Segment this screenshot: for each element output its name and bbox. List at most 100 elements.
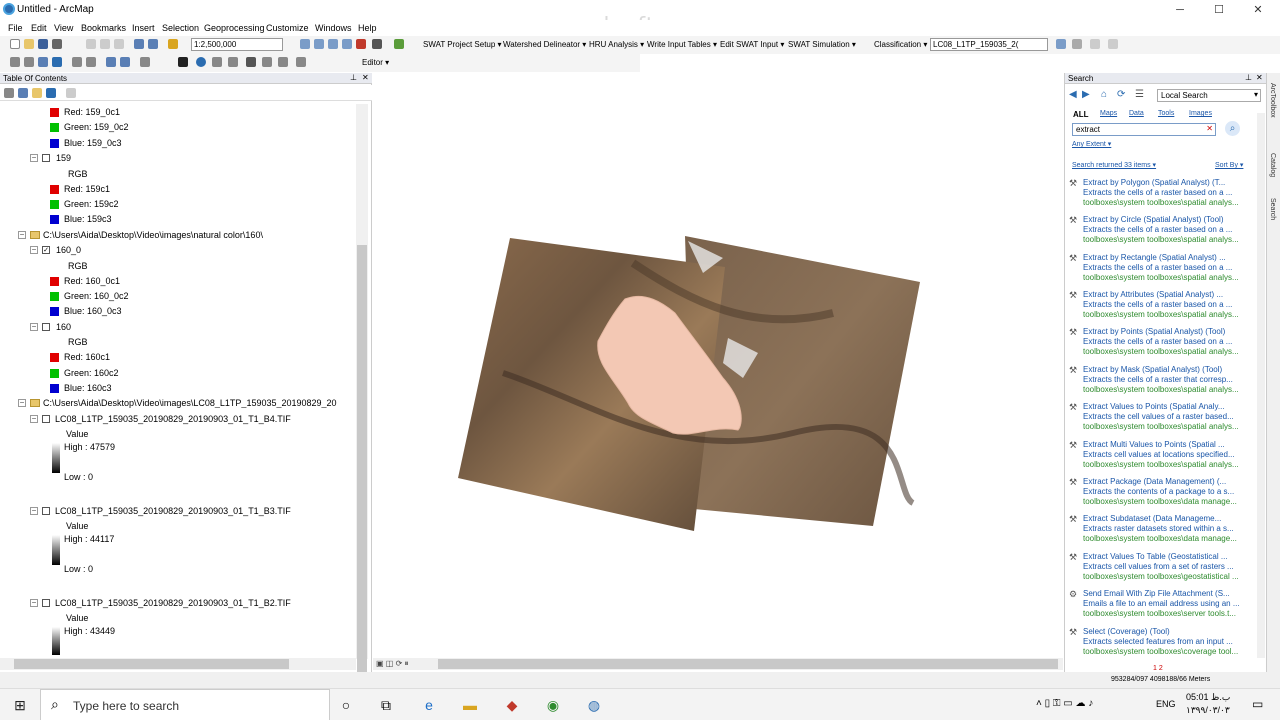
search-result[interactable]: ⚒ Select (Coverage) (Tool) Extracts select… bbox=[1068, 627, 1263, 663]
collapse-icon[interactable]: − bbox=[30, 323, 38, 331]
catalog-tab[interactable]: Catalog bbox=[1269, 153, 1276, 177]
collapse-icon[interactable]: − bbox=[18, 231, 26, 239]
back-arrow-icon[interactable]: ◀ bbox=[1069, 89, 1077, 100]
forward-extent-icon[interactable] bbox=[120, 57, 130, 67]
cortana-icon[interactable]: ○ bbox=[336, 695, 356, 715]
menu-edit[interactable]: Edit bbox=[31, 23, 47, 33]
home-icon[interactable]: ⌂ bbox=[1101, 89, 1107, 100]
collapse-icon[interactable]: − bbox=[30, 507, 38, 515]
menu-view[interactable]: View bbox=[54, 23, 73, 33]
classification-layer-combo[interactable]: LC08_L1TP_159035_2( bbox=[930, 38, 1048, 51]
collapse-icon[interactable]: − bbox=[30, 246, 38, 254]
editor-menu[interactable]: Editor ▾ bbox=[362, 58, 389, 67]
fixed-zoom-out-icon[interactable] bbox=[86, 57, 96, 67]
list-by-visibility-icon[interactable] bbox=[32, 88, 42, 98]
search-icon[interactable]: ⌕ bbox=[1225, 121, 1240, 136]
taskbar-search-box[interactable]: ⌕ Type here to search bbox=[40, 689, 330, 720]
result-title[interactable]: Extract Values to Points (Spatial Analy.… bbox=[1083, 402, 1258, 411]
forward-arrow-icon[interactable]: ▶ bbox=[1082, 89, 1090, 100]
result-title[interactable]: Extract by Rectangle (Spatial Analyst) .… bbox=[1083, 253, 1258, 262]
search-window-icon[interactable] bbox=[342, 39, 352, 49]
minimize-button[interactable]: ─ bbox=[1160, 2, 1200, 18]
layer-checkbox[interactable] bbox=[42, 323, 50, 331]
draw-polygon-icon[interactable] bbox=[1072, 39, 1082, 49]
list-by-drawing-order-icon[interactable] bbox=[4, 88, 14, 98]
windows-start-icon[interactable]: ⊞ bbox=[10, 695, 30, 715]
options-icon[interactable] bbox=[66, 88, 76, 98]
search-result[interactable]: ⚒ Extract Values to Points (Spatial Analy… bbox=[1068, 402, 1263, 438]
layer-name[interactable]: LC08_L1TP_159035_20190829_20190903_01_T1… bbox=[55, 506, 291, 516]
layer-checkbox[interactable] bbox=[42, 507, 50, 515]
select-elements-icon[interactable] bbox=[178, 57, 188, 67]
edit-swat-input-menu[interactable]: Edit SWAT Input ▾ bbox=[720, 40, 784, 49]
search-input[interactable]: extract ✕ bbox=[1072, 123, 1216, 136]
search-result[interactable]: ⚒ Extract by Attributes (Spatial Analyst)… bbox=[1068, 290, 1263, 326]
swat-project-setup-menu[interactable]: SWAT Project Setup ▾ bbox=[423, 40, 502, 49]
layer-name[interactable]: 159 bbox=[56, 153, 71, 163]
cut-icon[interactable] bbox=[86, 39, 96, 49]
watershed-delineator-menu[interactable]: Watershed Delineator ▾ bbox=[503, 40, 586, 49]
delete-icon[interactable] bbox=[114, 39, 124, 49]
result-title[interactable]: Extract by Points (Spatial Analyst) (Too… bbox=[1083, 327, 1258, 336]
map-canvas[interactable] bbox=[373, 73, 1063, 658]
layout-view-icon[interactable]: ▣ ◫ ⟳ ⏸ bbox=[376, 659, 409, 669]
search-result[interactable]: ⚒ Extract Multi Values to Points (Spatial… bbox=[1068, 440, 1263, 476]
filter-data[interactable]: Data bbox=[1129, 110, 1144, 117]
pagination[interactable]: 1 2 bbox=[1153, 665, 1163, 672]
view-options-icon[interactable]: ☰ bbox=[1135, 89, 1144, 100]
layer-checkbox[interactable] bbox=[42, 599, 50, 607]
extent-filter[interactable]: Any Extent ▾ bbox=[1072, 140, 1111, 148]
arcmap-taskbar-icon[interactable]: ◆ bbox=[502, 695, 522, 715]
training-sample-icon[interactable] bbox=[1056, 39, 1066, 49]
collapse-icon[interactable]: − bbox=[30, 599, 38, 607]
save-icon[interactable] bbox=[38, 39, 48, 49]
write-input-tables-menu[interactable]: Write Input Tables ▾ bbox=[647, 40, 717, 49]
menu-help[interactable]: Help bbox=[358, 23, 377, 33]
menu-bookmarks[interactable]: Bookmarks bbox=[81, 23, 126, 33]
zoom-in-icon[interactable] bbox=[10, 57, 20, 67]
sample-manager-icon[interactable] bbox=[1090, 39, 1100, 49]
result-title[interactable]: Extract Package (Data Management) (... bbox=[1083, 477, 1258, 486]
layer-name[interactable]: LC08_L1TP_159035_20190829_20190903_01_T1… bbox=[55, 598, 291, 608]
measure-icon[interactable] bbox=[296, 57, 306, 67]
histogram-icon[interactable] bbox=[1108, 39, 1118, 49]
result-title[interactable]: Extract Multi Values to Points (Spatial … bbox=[1083, 440, 1258, 449]
edge-icon[interactable]: e bbox=[419, 695, 439, 715]
sort-by[interactable]: Sort By ▾ bbox=[1215, 161, 1243, 169]
pin-icon[interactable]: ⊥ bbox=[350, 73, 357, 82]
result-title[interactable]: Extract by Circle (Spatial Analyst) (Too… bbox=[1083, 215, 1258, 224]
identify-icon[interactable] bbox=[196, 57, 206, 67]
add-data-icon[interactable] bbox=[168, 39, 178, 49]
search-scope-select[interactable]: Local Search ▾ bbox=[1157, 89, 1261, 102]
full-extent-icon[interactable] bbox=[52, 57, 62, 67]
arctoolbox-icon[interactable] bbox=[356, 39, 366, 49]
menu-file[interactable]: File bbox=[8, 23, 23, 33]
search-result[interactable]: ⚒ Extract by Polygon (Spatial Analyst) (T… bbox=[1068, 178, 1263, 214]
layer-name[interactable]: LC08_L1TP_159035_20190829_20190903_01_T1… bbox=[55, 414, 291, 424]
back-extent-icon[interactable] bbox=[106, 57, 116, 67]
redo-icon[interactable] bbox=[148, 39, 158, 49]
undo-icon[interactable] bbox=[134, 39, 144, 49]
list-by-source-icon[interactable] bbox=[18, 88, 28, 98]
find-icon[interactable] bbox=[246, 57, 256, 67]
chrome-icon[interactable]: ◉ bbox=[543, 695, 563, 715]
tray-icons[interactable]: ˄ ▯ ⚿ ▭ ☁ ♪ bbox=[1036, 698, 1093, 709]
new-icon[interactable] bbox=[10, 39, 20, 49]
layer-checkbox[interactable] bbox=[42, 415, 50, 423]
search-result[interactable]: ⚒ Extract by Points (Spatial Analyst) (To… bbox=[1068, 327, 1263, 363]
map-scale-combo[interactable]: 1:2,500,000 bbox=[191, 38, 283, 51]
search-results-scrollbar[interactable] bbox=[1257, 113, 1265, 658]
arctoolbox-tab[interactable]: ArcToolbox bbox=[1269, 83, 1276, 118]
python-icon[interactable] bbox=[372, 39, 382, 49]
filter-tools[interactable]: Tools bbox=[1158, 110, 1174, 117]
zoom-out-icon[interactable] bbox=[24, 57, 34, 67]
layer-checkbox-checked[interactable]: ✓ bbox=[42, 246, 50, 254]
arcgis-taskbar-icon[interactable]: ◍ bbox=[584, 695, 604, 715]
menu-customize[interactable]: Customize bbox=[266, 23, 309, 33]
search-close-icon[interactable]: ✕ bbox=[1256, 73, 1263, 82]
list-by-selection-icon[interactable] bbox=[46, 88, 56, 98]
collapse-icon[interactable]: − bbox=[30, 415, 38, 423]
pin-icon[interactable]: ⊥ bbox=[1245, 73, 1252, 82]
toc-close-icon[interactable]: ✕ bbox=[362, 73, 369, 82]
pan-icon[interactable] bbox=[38, 57, 48, 67]
